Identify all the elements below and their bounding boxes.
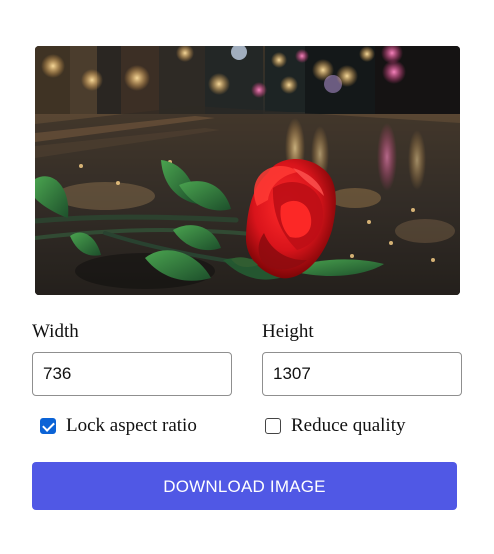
rose-photo bbox=[35, 46, 460, 295]
reduce-quality-checkbox[interactable] bbox=[265, 418, 281, 434]
lock-aspect-ratio-label: Lock aspect ratio bbox=[66, 415, 197, 436]
width-label: Width bbox=[32, 321, 79, 342]
checkmark-icon bbox=[42, 419, 55, 432]
lock-aspect-ratio-row[interactable]: Lock aspect ratio bbox=[40, 414, 197, 438]
lock-aspect-ratio-checkbox[interactable] bbox=[40, 418, 56, 434]
image-download-card: Width Height Lock aspect ratio Reduce qu… bbox=[0, 0, 494, 554]
height-label: Height bbox=[262, 321, 314, 342]
reduce-quality-label: Reduce quality bbox=[291, 415, 406, 436]
reduce-quality-row[interactable]: Reduce quality bbox=[265, 414, 406, 438]
width-input[interactable] bbox=[32, 352, 232, 396]
image-preview bbox=[35, 46, 460, 295]
download-image-button[interactable]: DOWNLOAD IMAGE bbox=[32, 462, 457, 510]
height-input[interactable] bbox=[262, 352, 462, 396]
